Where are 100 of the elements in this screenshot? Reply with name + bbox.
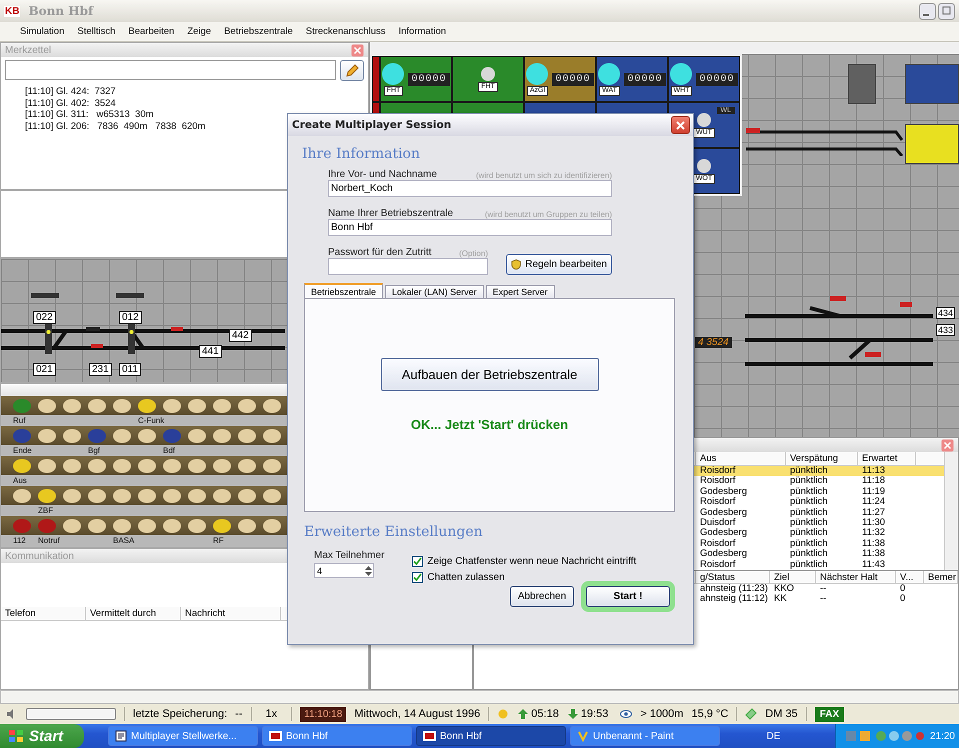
indicator-lamp[interactable] <box>188 398 206 412</box>
indicator-lamp[interactable] <box>38 488 56 502</box>
column-header[interactable]: Ziel <box>770 570 816 583</box>
menu-item[interactable]: Zeige <box>187 26 212 37</box>
indicator-lamp[interactable] <box>63 428 81 442</box>
indicator-lamp[interactable] <box>188 458 206 472</box>
indicator-lamp[interactable] <box>213 488 231 502</box>
column-header[interactable]: Aus <box>696 452 786 465</box>
indicator-lamp[interactable] <box>163 398 181 412</box>
indicator-lamp[interactable] <box>13 488 31 502</box>
maximize-icon[interactable] <box>938 2 955 20</box>
minimize-icon[interactable] <box>919 2 936 20</box>
indicator-lamp[interactable] <box>263 488 281 502</box>
indicator-lamp[interactable] <box>238 488 256 502</box>
menu-item[interactable]: Bearbeiten <box>128 26 174 37</box>
column-header[interactable]: Vermittelt durch <box>86 607 181 620</box>
indicator-lamp[interactable] <box>163 488 181 502</box>
start-button[interactable]: Start <box>0 724 84 748</box>
lamp-label: C-Funk <box>138 415 164 426</box>
indicator-lamp[interactable] <box>138 428 156 442</box>
pencil-button[interactable] <box>340 60 364 81</box>
indicator-lamp[interactable] <box>213 458 231 472</box>
menu-item[interactable]: Streckenanschluss <box>306 26 386 37</box>
indicator-lamp[interactable] <box>138 488 156 502</box>
taskbar-item[interactable]: Multiplayer Stellwerke... <box>108 726 258 746</box>
indicator-lamp[interactable] <box>263 398 281 412</box>
note-input-field[interactable] <box>5 60 336 80</box>
column-header[interactable]: Nachricht <box>181 607 281 620</box>
indicator-lamp[interactable] <box>238 518 256 532</box>
column-header[interactable]: Telefon <box>1 607 86 620</box>
indicator-lamp[interactable] <box>213 518 231 532</box>
indicator-lamp[interactable] <box>213 398 231 412</box>
column-header[interactable]: Nächster Halt <box>816 570 896 583</box>
indicator-lamp[interactable] <box>263 518 281 532</box>
indicator-lamp[interactable] <box>88 488 106 502</box>
menu-item[interactable]: Stelltisch <box>77 26 116 37</box>
column-header[interactable]: Bemer <box>924 570 958 583</box>
column-header[interactable]: g/Status <box>696 570 770 583</box>
password-field[interactable] <box>328 258 488 275</box>
indicator-lamp[interactable] <box>138 398 156 412</box>
checkbox-square[interactable] <box>412 556 424 567</box>
indicator-lamp[interactable] <box>163 518 181 532</box>
indicator-lamp[interactable] <box>113 518 131 532</box>
tab[interactable]: Betriebszentrale <box>304 283 384 298</box>
column-header[interactable]: V... <box>896 570 924 583</box>
indicator-lamp[interactable] <box>88 518 106 532</box>
checkbox[interactable]: Chatten zulassen <box>412 572 636 583</box>
tab[interactable]: Lokaler (LAN) Server <box>385 285 484 298</box>
indicator-lamp[interactable] <box>13 458 31 472</box>
indicator-lamp[interactable] <box>113 488 131 502</box>
taskbar-item[interactable]: Unbenannt - Paint <box>570 726 720 746</box>
indicator-lamp[interactable] <box>63 458 81 472</box>
indicator-lamp[interactable] <box>138 518 156 532</box>
indicator-lamp[interactable] <box>63 398 81 412</box>
indicator-lamp[interactable] <box>113 398 131 412</box>
menu-item[interactable]: Information <box>398 26 446 37</box>
menu-item[interactable]: Betriebszentrale <box>224 26 293 37</box>
column-header[interactable]: Verspätung <box>786 452 858 465</box>
indicator-lamp[interactable] <box>63 488 81 502</box>
indicator-lamp[interactable] <box>163 458 181 472</box>
indicator-lamp[interactable] <box>88 458 106 472</box>
indicator-lamp[interactable] <box>88 398 106 412</box>
text-input-field[interactable]: Norbert_Koch <box>328 180 612 197</box>
indicator-lamp[interactable] <box>263 458 281 472</box>
tab[interactable]: Expert Server <box>486 285 555 298</box>
indicator-lamp[interactable] <box>138 458 156 472</box>
rules-button[interactable]: Regeln bearbeiten <box>506 254 612 275</box>
indicator-lamp[interactable] <box>238 398 256 412</box>
text-input-field[interactable]: Bonn Hbf <box>328 219 612 236</box>
indicator-lamp[interactable] <box>188 428 206 442</box>
indicator-lamp[interactable] <box>38 398 56 412</box>
menu-item[interactable]: Simulation <box>20 26 64 37</box>
number-spinner[interactable]: 4 <box>314 563 374 578</box>
taskbar-item[interactable]: Bonn Hbf <box>262 726 412 746</box>
language-indicator[interactable]: DE <box>766 730 780 742</box>
close-button[interactable] <box>671 116 690 134</box>
table-cell-text: KKO <box>773 584 796 594</box>
scrollbar[interactable] <box>944 452 958 570</box>
signal-lamp-icon <box>480 66 495 80</box>
cancel-button[interactable]: Abbrechen <box>510 586 574 607</box>
indicator-lamp[interactable] <box>213 428 231 442</box>
tray-icons-drawing[interactable] <box>846 729 924 743</box>
spin-arrows-icon[interactable] <box>364 564 373 576</box>
checkbox-square[interactable] <box>412 572 424 583</box>
indicator-lamp[interactable] <box>38 428 56 442</box>
indicator-lamp[interactable] <box>238 458 256 472</box>
fax-indicator[interactable]: FAX <box>814 706 844 722</box>
indicator-lamp[interactable] <box>38 458 56 472</box>
column-header[interactable]: Erwartet <box>858 452 916 465</box>
indicator-lamp[interactable] <box>188 518 206 532</box>
scrollbar[interactable] <box>0 690 959 704</box>
indicator-lamp[interactable] <box>263 428 281 442</box>
build-button[interactable]: Aufbauen der Betriebszentrale <box>380 358 598 391</box>
indicator-lamp[interactable] <box>113 428 131 442</box>
indicator-lamp[interactable] <box>238 428 256 442</box>
indicator-lamp[interactable] <box>63 518 81 532</box>
taskbar-item[interactable]: Bonn Hbf <box>416 726 566 746</box>
checkbox[interactable]: Zeige Chatfenster wenn neue Nachricht eintrifft <box>412 556 636 567</box>
indicator-lamp[interactable] <box>188 488 206 502</box>
indicator-lamp[interactable] <box>113 458 131 472</box>
